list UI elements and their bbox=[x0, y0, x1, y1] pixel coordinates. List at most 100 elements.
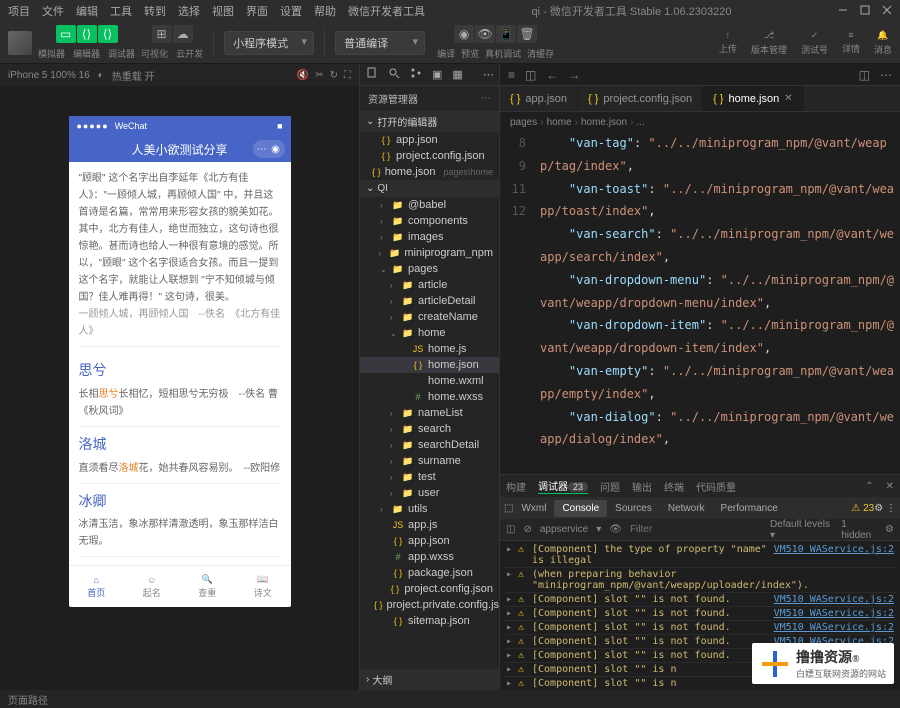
tree-item[interactable]: { }app.json bbox=[360, 533, 499, 549]
close-icon[interactable] bbox=[882, 5, 892, 18]
panel-close-icon[interactable]: ✕ bbox=[886, 481, 894, 492]
tab-close-icon[interactable]: ✕ bbox=[784, 93, 792, 104]
tree-item[interactable]: ›📁surname bbox=[360, 453, 499, 469]
menu-转到[interactable]: 转到 bbox=[144, 3, 166, 19]
mute-icon[interactable]: 🔇 bbox=[297, 70, 309, 81]
simulator-button[interactable]: ▭ bbox=[56, 25, 76, 43]
target-icon[interactable]: ◉ bbox=[269, 142, 283, 156]
card[interactable]: 思兮长相思兮长相忆，短相思兮无穷极 --佚名 曹 《秋风词》 bbox=[79, 353, 281, 427]
card[interactable]: 洛城直须看尽洛城花，始共春风容易别。 --欧阳修 bbox=[79, 427, 281, 484]
tree-item[interactable]: ›📁user bbox=[360, 485, 499, 501]
expand-icon[interactable]: ⛶ bbox=[344, 70, 351, 81]
menu-界面[interactable]: 界面 bbox=[246, 3, 268, 19]
debugger-button[interactable]: ⟨⟩ bbox=[98, 25, 118, 43]
tree-item[interactable]: ›📁search bbox=[360, 421, 499, 437]
branch-icon[interactable] bbox=[410, 67, 422, 82]
clear-cache-button[interactable]: 🗑 bbox=[517, 25, 537, 43]
panel-tab-代码质量[interactable]: 代码质量 bbox=[696, 479, 736, 494]
split-icon[interactable]: ◫ bbox=[859, 68, 870, 82]
mode-select[interactable]: 小程序模式 bbox=[224, 31, 314, 55]
back-icon[interactable]: ← bbox=[546, 68, 558, 82]
preview-button[interactable]: 👁 bbox=[475, 25, 495, 43]
panel-tab-问题[interactable]: 问题 bbox=[600, 479, 620, 494]
files-icon[interactable] bbox=[366, 67, 378, 82]
console-sidebar-icon[interactable]: ◫ bbox=[506, 524, 515, 535]
breadcrumb-item[interactable]: home bbox=[547, 117, 572, 128]
code-line[interactable]: "van-tag": "../../miniprogram_npm/@vant/… bbox=[540, 132, 900, 178]
maximize-icon[interactable] bbox=[860, 5, 870, 18]
more-icon[interactable]: ⋯ bbox=[483, 68, 494, 81]
tree-item[interactable]: ›📁test bbox=[360, 469, 499, 485]
tree-item[interactable]: JSapp.js bbox=[360, 517, 499, 533]
breadcrumb-item[interactable]: pages bbox=[510, 117, 537, 128]
code-line[interactable]: "van-dialog": "../../miniprogram_npm/@va… bbox=[540, 406, 900, 452]
card[interactable]: 冰卿冰清玉洁，象冰那样清澈透明，象玉那样洁白无瑕。 bbox=[79, 484, 281, 558]
devtools-tab-Network[interactable]: Network bbox=[660, 500, 713, 517]
tree-item[interactable]: ›📁images bbox=[360, 229, 499, 245]
toolbar-详情[interactable]: ≡详情 bbox=[842, 30, 860, 55]
tree-item[interactable]: ›📁nameList bbox=[360, 405, 499, 421]
tree-item[interactable]: ›📁components bbox=[360, 213, 499, 229]
devtools-tab-Sources[interactable]: Sources bbox=[607, 500, 660, 517]
menu-微信开发者工具[interactable]: 微信开发者工具 bbox=[348, 3, 425, 19]
cut-icon[interactable]: ✂ bbox=[315, 70, 323, 81]
minimize-icon[interactable] bbox=[838, 5, 848, 18]
list-icon[interactable]: ≡ bbox=[508, 68, 515, 82]
filter-input[interactable] bbox=[630, 524, 762, 535]
panel-tab-调试器[interactable]: 调试器23 bbox=[538, 478, 588, 494]
tree-item[interactable]: ›📁miniprogram_npm bbox=[360, 245, 499, 261]
console-line[interactable]: ▸⚠(when preparing behavior "miniprogram_… bbox=[504, 568, 896, 593]
editor-tab[interactable]: { }home.json✕ bbox=[703, 86, 804, 111]
eye-icon[interactable]: 👁 bbox=[609, 524, 622, 535]
console-line[interactable]: ▸⚠[Component] slot "" is not found.VM510… bbox=[504, 593, 896, 607]
visual-button[interactable]: ⊞ bbox=[152, 25, 172, 43]
devtools-tab-Wxml[interactable]: Wxml bbox=[513, 500, 554, 517]
editor-tab[interactable]: { }app.json bbox=[500, 86, 578, 111]
tree-item[interactable]: ›📁searchDetail bbox=[360, 437, 499, 453]
open-editor-item[interactable]: { }project.config.json bbox=[360, 148, 499, 164]
gear-icon[interactable]: ⚙ bbox=[885, 524, 894, 535]
rotate-icon[interactable]: ↻ bbox=[330, 70, 338, 81]
menu-工具[interactable]: 工具 bbox=[110, 3, 132, 19]
breadcrumb-item[interactable]: home.json bbox=[581, 117, 627, 128]
menu-设置[interactable]: 设置 bbox=[280, 3, 302, 19]
code-line[interactable]: "van-empty": "../../miniprogram_npm/@van… bbox=[540, 360, 900, 406]
chip-icon[interactable]: ▦ bbox=[452, 68, 462, 81]
devtools-tab-Performance[interactable]: Performance bbox=[713, 500, 786, 517]
menu-视图[interactable]: 视图 bbox=[212, 3, 234, 19]
console-line[interactable]: ▸⚠[Component] slot "" is not found.VM510… bbox=[504, 621, 896, 635]
clear-console-icon[interactable]: ⊘ bbox=[523, 524, 531, 535]
open-editor-item[interactable]: { }home.jsonpages\home bbox=[360, 164, 499, 180]
editor-button[interactable]: ⟨⟩ bbox=[77, 25, 97, 43]
device-label[interactable]: iPhone 5 100% 16 bbox=[8, 70, 90, 81]
panel-maximize-icon[interactable]: ⌃ bbox=[865, 481, 873, 492]
tree-item[interactable]: { }project.config.json bbox=[360, 581, 499, 597]
tab-起名[interactable]: ☺起名 bbox=[124, 566, 180, 607]
tree-item[interactable]: ›📁createName bbox=[360, 309, 499, 325]
hot-reload-label[interactable]: 热重载 开 bbox=[112, 68, 155, 83]
editor-tab[interactable]: { }project.config.json bbox=[578, 86, 703, 111]
tree-item[interactable]: home.wxml bbox=[360, 373, 499, 389]
menu-项目[interactable]: 项目 bbox=[8, 3, 30, 19]
toolbar-消息[interactable]: 🔔消息 bbox=[874, 30, 892, 56]
tab-查重[interactable]: 🔍查重 bbox=[180, 566, 236, 607]
tree-item[interactable]: { }sitemap.json bbox=[360, 613, 499, 629]
context-select[interactable]: appservice bbox=[540, 524, 588, 535]
tree-item[interactable]: ⌄📁home bbox=[360, 325, 499, 341]
menu-icon[interactable]: ⋯ bbox=[255, 142, 269, 156]
panel-tab-终端[interactable]: 终端 bbox=[664, 479, 684, 494]
panel-tab-输出[interactable]: 输出 bbox=[632, 479, 652, 494]
menu-编辑[interactable]: 编辑 bbox=[76, 3, 98, 19]
cloud-button[interactable]: ☁ bbox=[173, 25, 193, 43]
remote-debug-button[interactable]: 📱 bbox=[496, 25, 516, 43]
console-line[interactable]: ▸⚠[Component] slot "" is not found.VM510… bbox=[504, 607, 896, 621]
levels-select[interactable]: Default levels ▾ bbox=[770, 519, 833, 541]
compile-button[interactable]: ◉ bbox=[454, 25, 474, 43]
tree-item[interactable]: { }project.private.config.js... bbox=[360, 597, 499, 613]
menu-帮助[interactable]: 帮助 bbox=[314, 3, 336, 19]
inspect-icon[interactable]: ⬚ bbox=[504, 503, 513, 514]
explorer-more-icon[interactable]: ⋯ bbox=[481, 93, 491, 104]
tree-item[interactable]: ›📁utils bbox=[360, 501, 499, 517]
tree-item[interactable]: { }package.json bbox=[360, 565, 499, 581]
toolbar-上传[interactable]: ↑上传 bbox=[719, 30, 737, 55]
